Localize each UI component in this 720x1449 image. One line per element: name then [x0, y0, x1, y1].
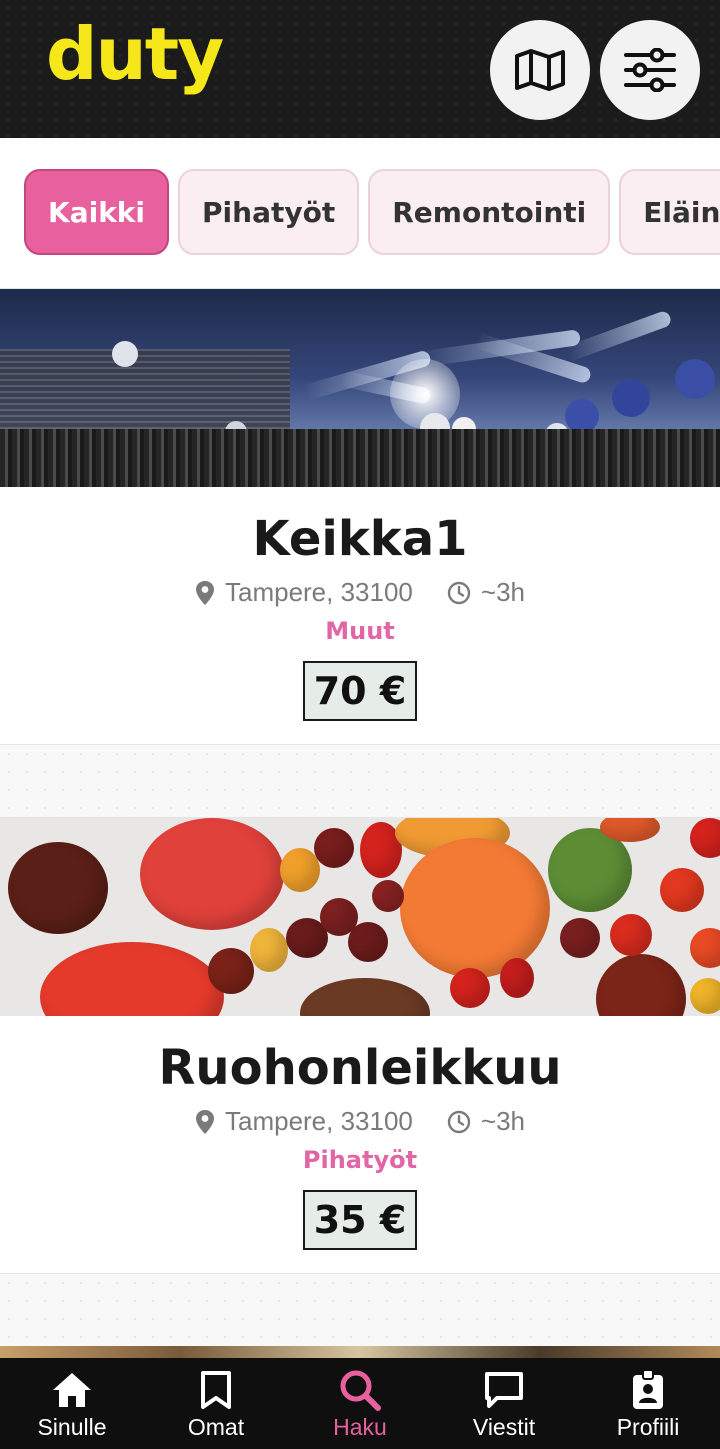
tomatoes-image [0, 818, 720, 1016]
job-feed: Keikka1 Tampere, 33100 ~3h Muut 70 € Ruo… [0, 288, 720, 1366]
job-duration: ~3h [480, 577, 525, 607]
job-category: Muut [325, 617, 395, 645]
sliders-icon [624, 48, 676, 92]
app-header: duty [0, 0, 720, 138]
nav-label: Viestit [472, 1414, 536, 1440]
chat-icon [485, 1372, 523, 1408]
app-logo: duty [46, 12, 224, 96]
filter-button[interactable] [600, 20, 700, 120]
job-card[interactable]: Keikka1 Tampere, 33100 ~3h Muut 70 € [0, 288, 720, 745]
job-title: Ruohonleikkuu [158, 1040, 562, 1096]
nav-label: Omat [187, 1414, 245, 1440]
map-button[interactable] [490, 20, 590, 120]
clock-icon [447, 1110, 471, 1133]
location-pin-icon [195, 1109, 214, 1134]
job-price: 35 € [303, 1190, 417, 1250]
job-location: Tampere, 33100 [224, 577, 413, 607]
category-chip-pihatyot[interactable]: Pihatyöt [178, 169, 360, 255]
nav-sinulle[interactable]: Sinulle [0, 1358, 144, 1449]
job-price: 70 € [303, 661, 417, 721]
nav-profiili[interactable]: Profiili [576, 1358, 720, 1449]
clock-icon [447, 581, 471, 604]
job-card[interactable]: Ruohonleikkuu Tampere, 33100 ~3h Pihatyö… [0, 817, 720, 1274]
home-icon [53, 1373, 91, 1407]
nav-label: Haku [333, 1414, 387, 1440]
job-meta: Tampere, 33100 ~3h [0, 1106, 720, 1137]
bookmark-icon [201, 1371, 231, 1409]
nav-viestit[interactable]: Viestit [432, 1358, 576, 1449]
nav-label: Sinulle [37, 1414, 107, 1440]
job-meta: Tampere, 33100 ~3h [0, 577, 720, 608]
job-duration: ~3h [480, 1106, 525, 1136]
map-icon [515, 49, 565, 91]
search-icon [340, 1370, 381, 1411]
card-separator [0, 1274, 720, 1346]
concert-image [0, 289, 720, 487]
category-chip-kaikki[interactable]: Kaikki [24, 169, 170, 255]
badge-icon [633, 1369, 663, 1409]
category-chip-remontointi[interactable]: Remontointi [368, 169, 611, 255]
category-filter-bar: Kaikki Pihatyöt Remontointi Eläintenhoit… [0, 138, 720, 288]
card-separator [0, 745, 720, 817]
location-pin-icon [195, 580, 214, 605]
category-chip-elaintenhoito[interactable]: Eläintenhoito [619, 169, 720, 255]
nav-haku[interactable]: Haku [288, 1358, 432, 1449]
nav-label: Profiili [616, 1414, 680, 1440]
job-title: Keikka1 [252, 511, 468, 567]
job-location: Tampere, 33100 [224, 1106, 413, 1136]
bottom-navigation: Sinulle Omat Haku Viestit Profiili [0, 1358, 720, 1449]
nav-omat[interactable]: Omat [144, 1358, 288, 1449]
job-category: Pihatyöt [302, 1146, 418, 1174]
